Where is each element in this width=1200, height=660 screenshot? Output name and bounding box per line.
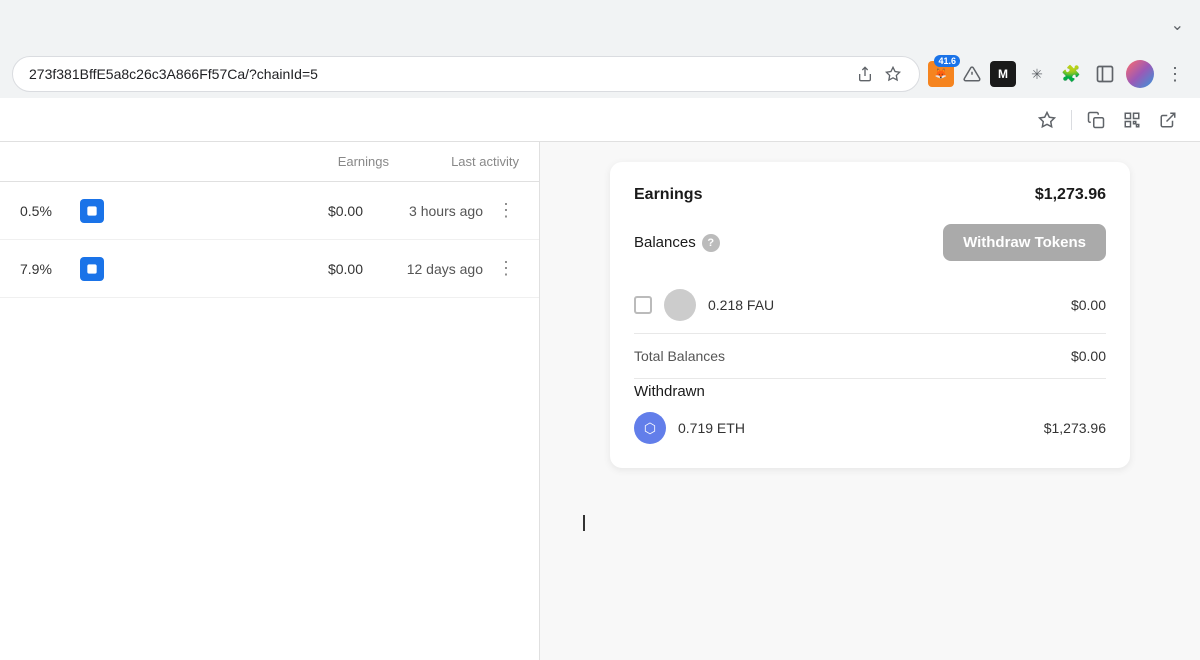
withdrawn-title: Withdrawn [634,383,1106,400]
browser-frame: ⌄ 273f381BffE5a8c26c3A866Ff57Ca/?chainId… [0,0,1200,143]
star-icon[interactable] [883,64,903,84]
warning-icon[interactable] [962,64,982,84]
star-extension-icon[interactable]: ✳ [1024,61,1050,87]
cursor [583,515,585,531]
metamask-extension-icon[interactable]: 🦊 41.6 [928,61,954,87]
menu-dots-icon[interactable]: ⋮ [1162,60,1188,89]
browser-toolbar [0,98,1200,142]
total-balances-label: Total Balances [634,348,725,364]
table-row: 7.9% $0.00 12 days ago ⋮ [0,240,539,298]
bookmark-icon[interactable] [1031,104,1063,136]
token-row: 0.218 FAU $0.00 [634,277,1106,334]
chevron-down-icon[interactable]: ⌄ [1167,11,1188,39]
row-token-icon [80,257,104,281]
token-checkbox[interactable] [634,296,652,314]
address-text: 273f381BffE5a8c26c3A866Ff57Ca/?chainId=5 [29,66,847,82]
total-balances-row: Total Balances $0.00 [634,334,1106,379]
left-panel: Earnings Last activity 0.5% $0.00 3 hour… [0,142,540,660]
right-panel: Earnings $1,273.96 Balances ? Withdraw T… [540,142,1200,660]
withdrawn-row: ⬡ 0.719 ETH $1,273.96 [634,412,1106,444]
row-earnings: $0.00 [283,261,363,277]
browser-address-bar: 273f381BffE5a8c26c3A866Ff57Ca/?chainId=5… [0,50,1200,98]
table-header: Earnings Last activity [0,142,539,182]
page-content: Earnings Last activity 0.5% $0.00 3 hour… [0,142,1200,660]
profile-avatar[interactable] [1126,60,1154,88]
withdrawn-section: Withdrawn ⬡ 0.719 ETH $1,273.96 [634,383,1106,444]
sidebar-toggle-icon[interactable] [1092,61,1118,87]
withdrawn-value: $1,273.96 [1044,420,1106,436]
toolbar-divider [1071,110,1072,130]
balances-label-wrap: Balances ? [634,234,720,252]
copy-icon[interactable] [1080,104,1112,136]
row-percent: 0.5% [20,203,70,219]
row-menu-icon[interactable]: ⋮ [493,254,519,283]
extensions-icon[interactable]: 🧩 [1058,61,1084,87]
earnings-header: Earnings $1,273.96 [634,186,1106,204]
row-token-icon [80,199,104,223]
earnings-title: Earnings [634,186,702,204]
earnings-col-header: Earnings [289,154,389,169]
row-earnings: $0.00 [283,203,363,219]
browser-top-bar: ⌄ [0,0,1200,50]
eth-avatar: ⬡ [634,412,666,444]
address-bar-input[interactable]: 273f381BffE5a8c26c3A866Ff57Ca/?chainId=5 [12,56,920,92]
token-value: $0.00 [1071,297,1106,313]
metamask-badge-count: 41.6 [934,55,960,67]
token-amount: 0.218 FAU [708,297,1059,313]
qr-code-icon[interactable] [1116,104,1148,136]
row-percent: 7.9% [20,261,70,277]
balances-label: Balances [634,234,696,251]
share-icon[interactable] [855,64,875,84]
earnings-amount: $1,273.96 [1035,186,1106,204]
help-icon[interactable]: ? [702,234,720,252]
row-menu-icon[interactable]: ⋮ [493,196,519,225]
table-row: 0.5% $0.00 3 hours ago ⋮ [0,182,539,240]
earnings-card: Earnings $1,273.96 Balances ? Withdraw T… [610,162,1130,468]
activity-col-header: Last activity [389,154,519,169]
row-activity: 12 days ago [373,261,483,277]
external-link-icon[interactable] [1152,104,1184,136]
withdraw-tokens-button[interactable]: Withdraw Tokens [943,224,1106,261]
total-balances-value: $0.00 [1071,348,1106,364]
m-extension-icon[interactable]: M [990,61,1016,87]
balances-row: Balances ? Withdraw Tokens [634,224,1106,261]
token-avatar [664,289,696,321]
row-activity: 3 hours ago [373,203,483,219]
withdrawn-amount: 0.719 ETH [678,420,1032,436]
